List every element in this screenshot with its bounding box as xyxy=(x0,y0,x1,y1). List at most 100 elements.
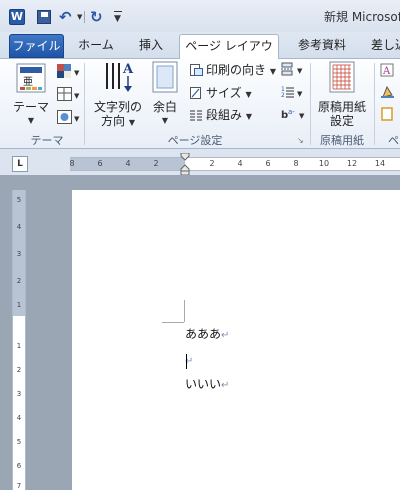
ruler-tick: 5 xyxy=(16,438,22,446)
ruler-tick: 3 xyxy=(16,390,22,398)
page-borders-button[interactable] xyxy=(380,107,396,125)
text-direction-label-2: 方向 ▼ xyxy=(101,114,135,128)
columns-label: 段組み xyxy=(206,108,243,122)
customize-qat-icon[interactable]: ▼ xyxy=(114,11,122,25)
page-borders-icon xyxy=(381,107,393,121)
svg-text:▼: ▼ xyxy=(74,115,80,123)
ruler-tick: 12 xyxy=(346,159,358,168)
tab-home[interactable]: ホーム xyxy=(73,32,119,59)
tab-file[interactable]: ファイル xyxy=(9,34,64,58)
svg-text:a-: a- xyxy=(288,108,295,116)
genko-settings-button[interactable]: 原稿用紙 設定 xyxy=(314,61,370,128)
orientation-button[interactable]: 印刷の向き ▼ xyxy=(190,62,276,80)
undo-dropdown-icon[interactable]: ▼ xyxy=(77,13,82,21)
ruler-tick: 5 xyxy=(16,196,22,204)
document-page[interactable]: あああ↵ ↵ いいい↵ xyxy=(72,190,400,490)
margin-corner-mark xyxy=(184,300,185,322)
text-direction-label-1: 文字列の xyxy=(93,100,142,114)
theme-colors-icon: ▼ xyxy=(57,64,80,78)
margins-dropdown-icon: ▼ xyxy=(161,116,169,125)
size-icon xyxy=(190,87,201,99)
indent-marker-icon[interactable] xyxy=(180,153,190,175)
horizontal-ruler[interactable]: 8 6 4 2 2 4 6 8 10 12 14 xyxy=(69,157,400,171)
watermark-icon: A xyxy=(380,63,394,77)
ruler-tick: 1 xyxy=(16,301,22,309)
tab-references[interactable]: 参考資料 xyxy=(292,32,352,59)
text-direction-icon: A xyxy=(106,62,134,92)
word-app-icon[interactable]: W xyxy=(9,9,25,25)
document-line[interactable]: あああ↵ xyxy=(185,326,229,344)
themes-label: テーマ xyxy=(12,100,49,114)
ruler-tick: 4 xyxy=(237,159,243,168)
text-direction-button[interactable]: A 文字列の 方向 ▼ xyxy=(90,61,146,130)
svg-text:▼: ▼ xyxy=(297,67,303,75)
svg-text:A: A xyxy=(382,66,391,77)
theme-fonts-icon: ▼ xyxy=(57,87,80,101)
group-separator xyxy=(310,63,311,145)
theme-colors-button[interactable]: ▼ xyxy=(57,63,81,83)
ruler-tick: 8 xyxy=(293,159,299,168)
page-setup-dialog-launcher-icon[interactable]: ↘ xyxy=(297,133,304,149)
themes-icon: 亜 xyxy=(16,63,46,93)
svg-text:亜: 亜 xyxy=(23,77,33,88)
hyphenation-button[interactable]: b a- ▼ xyxy=(281,107,307,125)
document-line[interactable]: いいい↵ xyxy=(185,376,229,394)
tab-mailings[interactable]: 差し込 xyxy=(371,32,400,59)
themes-dropdown-icon: ▼ xyxy=(27,116,35,125)
ribbon-tab-row: ファイル ホーム 挿入 ページ レイアウト 参考資料 差し込 xyxy=(0,32,400,76)
theme-effects-button[interactable]: ▼ xyxy=(57,109,81,129)
svg-text:2: 2 xyxy=(281,92,285,99)
ruler-tick: 6 xyxy=(97,159,103,168)
line-numbers-button[interactable]: 1 2 ▼ xyxy=(281,85,307,103)
text-caret xyxy=(186,354,187,369)
qat-separator xyxy=(84,11,85,23)
theme-effects-icon: ▼ xyxy=(57,110,80,124)
svg-text:▼: ▼ xyxy=(74,92,80,100)
paragraph-mark-icon: ↵ xyxy=(221,380,230,391)
page-background-group-label: ペ xyxy=(388,134,399,147)
tab-insert[interactable]: 挿入 xyxy=(133,32,169,59)
group-separator xyxy=(84,63,85,145)
svg-text:▼: ▼ xyxy=(299,112,305,120)
margins-icon xyxy=(152,61,178,93)
undo-icon[interactable]: ↶ xyxy=(59,9,75,25)
ruler-tick: 14 xyxy=(374,159,386,168)
themes-button[interactable]: 亜 テーマ ▼ xyxy=(12,63,50,128)
vertical-ruler[interactable]: 5 4 3 2 1 1 2 3 4 5 6 7 xyxy=(12,190,26,490)
group-separator xyxy=(374,63,375,145)
size-button[interactable]: サイズ ▼ xyxy=(190,85,252,103)
breaks-icon: ▼ xyxy=(281,62,303,76)
genko-label-1: 原稿用紙 xyxy=(317,100,366,114)
ribbon: 亜 テーマ ▼ ▼ ▼ ▼ テーマ A 文字列の 方向 ▼ 余白 ▼ 印刷の向き… xyxy=(0,59,400,149)
ruler-tick: 6 xyxy=(16,462,22,470)
hyphenation-icon: b a- ▼ xyxy=(281,108,305,121)
tab-page-layout[interactable]: ページ レイアウト xyxy=(179,34,279,76)
theme-group-label: テーマ xyxy=(30,134,64,147)
columns-button[interactable]: 段組み ▼ xyxy=(190,107,252,125)
breaks-button[interactable]: ▼ xyxy=(281,62,307,80)
orientation-label: 印刷の向き xyxy=(206,63,267,77)
repeat-icon[interactable]: ↻ xyxy=(90,9,106,25)
ruler-tick: 8 xyxy=(69,159,75,168)
ruler-tick: 4 xyxy=(16,414,22,422)
margins-button[interactable]: 余白 ▼ xyxy=(148,61,182,128)
page-color-button[interactable] xyxy=(380,85,396,103)
orientation-icon xyxy=(190,64,203,76)
watermark-button[interactable]: A xyxy=(380,63,396,81)
paragraph-mark-icon: ↵ xyxy=(221,330,230,341)
ruler-tick: 2 xyxy=(209,159,215,168)
save-icon[interactable] xyxy=(37,10,51,24)
tab-selector-button[interactable]: L xyxy=(12,156,28,172)
ruler-tick: 4 xyxy=(125,159,131,168)
svg-text:▼: ▼ xyxy=(297,90,303,98)
columns-icon xyxy=(190,110,202,121)
line-numbers-icon: 12 ▼ xyxy=(281,86,303,99)
ruler-tick: 2 xyxy=(153,159,159,168)
page-setup-group-label: ページ設定 xyxy=(167,134,223,147)
margin-corner-mark xyxy=(162,322,184,323)
genko-label-2: 設定 xyxy=(329,114,354,128)
theme-fonts-button[interactable]: ▼ xyxy=(57,86,81,106)
svg-text:A: A xyxy=(122,62,134,77)
ruler-tick: 2 xyxy=(16,277,22,285)
window-title: 新規 Microsoft xyxy=(324,10,400,24)
